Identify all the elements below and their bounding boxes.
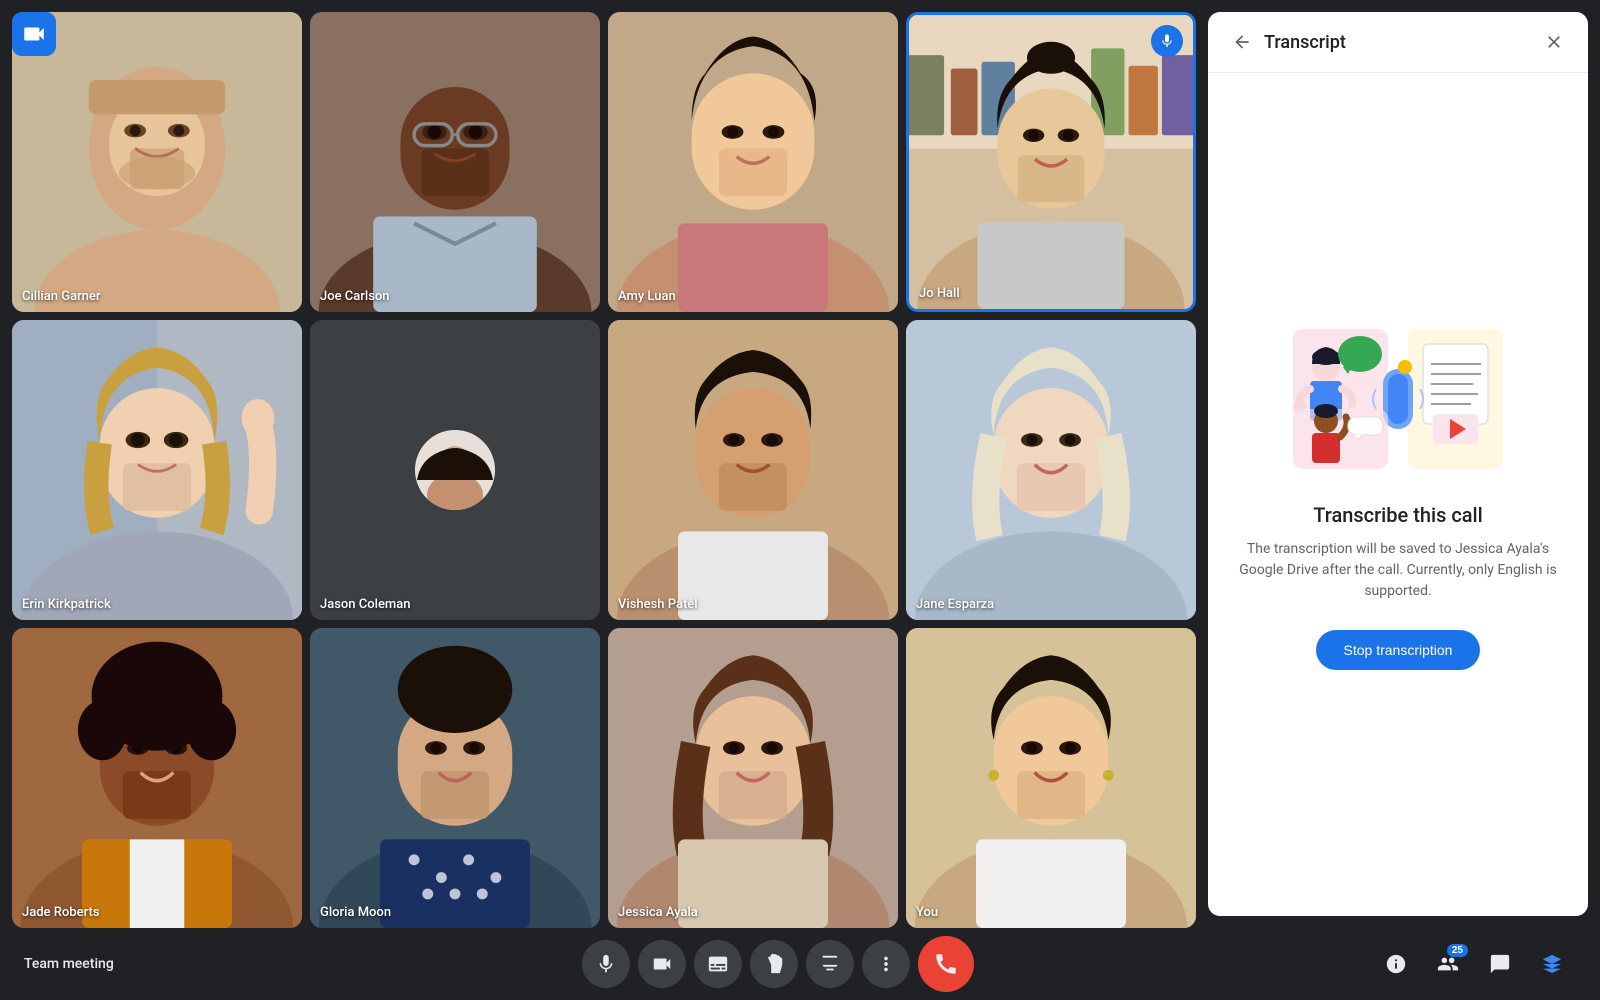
transcript-description: The transcription will be saved to Jessi…: [1232, 539, 1564, 602]
microphone-button[interactable]: [582, 940, 630, 988]
camera-button[interactable]: [638, 940, 686, 988]
video-tile-jason-coleman[interactable]: Jason Coleman: [310, 320, 600, 620]
participant-name-jessica: Jessica Ayala: [618, 905, 698, 920]
chat-button[interactable]: [1476, 940, 1524, 988]
transcript-title: Transcript: [1264, 32, 1540, 53]
transcript-illustration: [1288, 319, 1508, 479]
participant-name-erin: Erin Kirkpatrick: [22, 597, 111, 612]
video-tile-you[interactable]: You: [906, 628, 1196, 928]
transcript-call-title: Transcribe this call: [1313, 503, 1483, 527]
participant-name-amy: Amy Luan: [618, 289, 676, 304]
video-tile-jo-hall[interactable]: Jo Hall: [906, 12, 1196, 312]
right-controls: 25: [1372, 940, 1576, 988]
transcript-back-button[interactable]: [1228, 28, 1256, 56]
video-grid: Cillian Garner: [12, 12, 1196, 928]
transcript-body: Transcribe this call The transcription w…: [1208, 73, 1588, 916]
controls: [582, 936, 974, 992]
present-button[interactable]: [806, 940, 854, 988]
video-tile-jane-esparza[interactable]: Jane Esparza: [906, 320, 1196, 620]
participant-name-vishesh: Vishesh Patel: [618, 597, 698, 612]
transcript-panel: Transcript: [1208, 12, 1588, 916]
info-button[interactable]: [1372, 940, 1420, 988]
more-options-button[interactable]: [862, 940, 910, 988]
video-tile-jessica-ayala[interactable]: Jessica Ayala: [608, 628, 898, 928]
participant-name-joe: Joe Carlson: [320, 289, 390, 304]
people-button[interactable]: 25: [1424, 940, 1472, 988]
video-tile-vishesh-patel[interactable]: Vishesh Patel: [608, 320, 898, 620]
participant-name-gloria: Gloria Moon: [320, 905, 391, 920]
video-tile-amy-luan[interactable]: Amy Luan: [608, 12, 898, 312]
end-call-button[interactable]: [918, 936, 974, 992]
meeting-title: Team meeting: [24, 956, 184, 972]
avatar-jason-coleman: [415, 430, 495, 510]
video-grid-container: Cillian Garner: [0, 0, 1208, 928]
transcript-header: Transcript: [1208, 12, 1588, 73]
participant-name-cillian: Cillian Garner: [22, 289, 100, 304]
activities-button[interactable]: [1528, 940, 1576, 988]
video-tile-jade-roberts[interactable]: Jade Roberts: [12, 628, 302, 928]
participant-name-you: You: [916, 905, 938, 920]
raise-hand-button[interactable]: [750, 940, 798, 988]
participant-name-jo: Jo Hall: [919, 286, 960, 301]
video-tile-cillian-garner[interactable]: Cillian Garner: [12, 12, 302, 312]
people-count-badge: 25: [1447, 944, 1468, 957]
video-tile-gloria-moon[interactable]: Gloria Moon: [310, 628, 600, 928]
app-icon: [12, 12, 56, 56]
participant-name-jane: Jane Esparza: [916, 597, 994, 612]
participant-name-jade: Jade Roberts: [22, 905, 100, 920]
speaking-indicator: [1151, 25, 1183, 57]
video-tile-joe-carlson[interactable]: Joe Carlson: [310, 12, 600, 312]
bottom-bar: Team meeting: [0, 928, 1600, 1000]
stop-transcription-button[interactable]: Stop transcription: [1316, 630, 1481, 670]
captions-button[interactable]: [694, 940, 742, 988]
participant-name-jason: Jason Coleman: [320, 597, 410, 612]
transcript-close-button[interactable]: [1540, 28, 1568, 56]
video-tile-erin-kirkpatrick[interactable]: Erin Kirkpatrick: [12, 320, 302, 620]
